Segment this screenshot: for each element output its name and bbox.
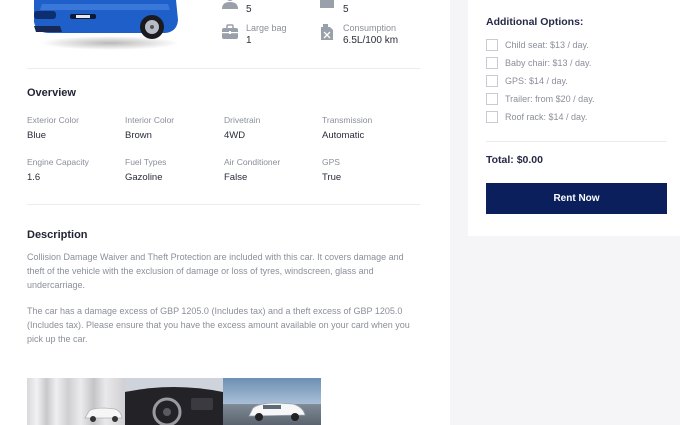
overview-item-engine-capacity: Engine Capacity 1.6 <box>27 157 89 183</box>
overview-item-air-conditioner: Air Conditioner False <box>224 157 280 183</box>
rent-now-button[interactable]: Rent Now <box>486 183 667 214</box>
additional-options-title: Additional Options: <box>486 16 584 28</box>
fuel-can-icon <box>321 24 333 40</box>
spec-doors-value: 5 <box>343 4 349 15</box>
option-child-seat[interactable]: Child seat: $13 / day. <box>486 38 589 52</box>
overview-label: Transmission <box>322 115 373 125</box>
description-title: Description <box>27 229 88 241</box>
gallery-thumbnail[interactable] <box>27 378 125 425</box>
car-detail-main <box>0 0 450 425</box>
spec-large-bag-label: Large bag <box>246 23 287 33</box>
option-label: Baby chair: $13 / day. <box>505 58 592 68</box>
car-gallery <box>27 378 322 425</box>
overview-label: Exterior Color <box>27 115 79 125</box>
person-icon <box>222 0 238 9</box>
car-photo <box>30 0 180 50</box>
overview-item-drivetrain: Drivetrain 4WD <box>224 115 260 141</box>
suitcase-icon <box>222 24 238 39</box>
overview-label: Interior Color <box>125 115 175 125</box>
door-icon <box>320 0 334 8</box>
option-baby-chair[interactable]: Baby chair: $13 / day. <box>486 56 591 70</box>
description-paragraph-2: The car has a damage excess of GBP 1205.… <box>27 306 410 344</box>
overview-item-fuel-types: Fuel Types Gazoline <box>125 157 166 183</box>
overview-item-interior-color: Interior Color Brown <box>125 115 174 141</box>
overview-value: 4WD <box>224 130 246 141</box>
spec-passengers-value: 5 <box>246 4 252 15</box>
option-label: Child seat: $13 / day. <box>505 40 589 50</box>
option-checkbox[interactable] <box>486 57 498 69</box>
overview-item-gps: GPS True <box>322 157 341 183</box>
option-label: GPS: $14 / day. <box>505 76 568 86</box>
gallery-thumbnail[interactable] <box>223 378 321 425</box>
option-checkbox[interactable] <box>486 93 498 105</box>
overview-value: False <box>224 172 248 183</box>
option-label: Roof rack: $14 / day. <box>505 112 588 122</box>
overview-label: Air Conditioner <box>224 157 281 167</box>
divider <box>27 204 420 205</box>
divider <box>27 68 420 69</box>
option-gps[interactable]: GPS: $14 / day. <box>486 74 568 88</box>
spec-consumption-label: Consumption <box>343 23 397 33</box>
overview-item-transmission: Transmission Automatic <box>322 115 372 141</box>
overview-value: 1.6 <box>27 172 41 183</box>
divider <box>486 141 667 142</box>
option-trailer[interactable]: Trailer: from $20 / day. <box>486 92 595 106</box>
option-checkbox[interactable] <box>486 75 498 87</box>
spec-consumption-value: 6.5L/100 km <box>343 35 399 46</box>
overview-value: Gazoline <box>125 172 163 183</box>
overview-value: Brown <box>125 130 152 141</box>
overview-item-exterior-color: Exterior Color Blue <box>27 115 79 141</box>
overview-value: True <box>322 172 342 183</box>
option-roof-rack[interactable]: Roof rack: $14 / day. <box>486 110 587 124</box>
overview-value: Automatic <box>322 130 365 141</box>
overview-label: GPS <box>322 157 340 167</box>
option-checkbox[interactable] <box>486 39 498 51</box>
overview-value: Blue <box>27 130 47 141</box>
gallery-thumbnail[interactable] <box>125 378 223 425</box>
option-label: Trailer: from $20 / day. <box>505 94 595 104</box>
description-paragraph-1: Collision Damage Waiver and Theft Protec… <box>27 252 404 290</box>
overview-label: Drivetrain <box>224 115 261 125</box>
spec-large-bag-value: 1 <box>246 35 252 46</box>
option-checkbox[interactable] <box>486 111 498 123</box>
overview-title: Overview <box>27 87 76 99</box>
overview-label: Engine Capacity <box>27 157 89 167</box>
total-price: Total: $0.00 <box>486 154 543 166</box>
overview-label: Fuel Types <box>125 157 167 167</box>
